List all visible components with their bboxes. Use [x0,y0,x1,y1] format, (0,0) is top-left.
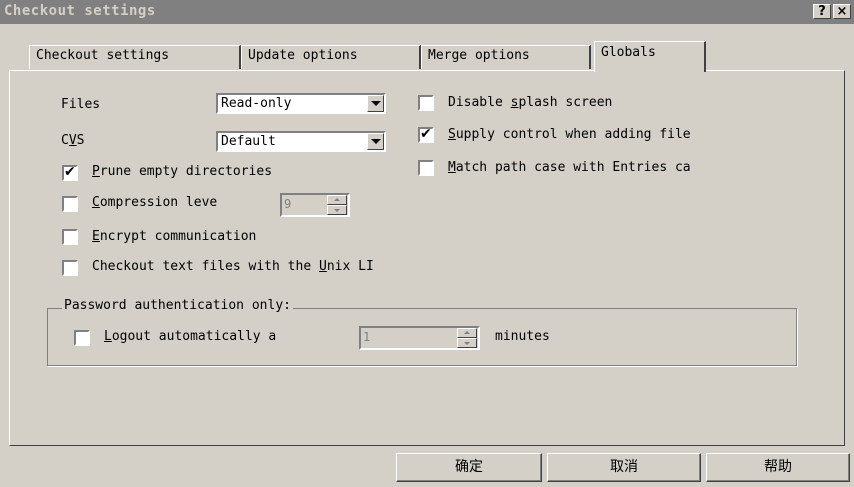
logout-minutes-value: 1 [363,330,371,344]
tab-checkout-settings[interactable]: Checkout settings [29,45,241,69]
tab-label: Checkout settings [36,48,170,63]
logout-minutes-spinner[interactable]: 1 [359,326,480,350]
compression-level-value: 9 [284,197,292,211]
files-combo[interactable]: Read-only [216,93,386,114]
minutes-label: minutes [495,329,550,344]
close-title-button[interactable]: × [833,4,851,19]
tab-label: Update options [248,48,358,63]
password-group-title: Password authentication only: [62,298,293,313]
tab-merge-options[interactable]: Merge options [421,45,591,69]
prune-checkbox[interactable]: ✔ [62,164,78,181]
match-case-label: Match path case with Entries ca [448,160,691,175]
supply-control-checkbox[interactable]: ✔ [418,126,434,143]
spin-up-icon[interactable] [457,328,477,338]
help-icon: ? [818,4,826,19]
title-bar: Checkout settings ? × [0,0,854,24]
chevron-down-icon[interactable] [367,95,384,112]
disable-splash-label: Disable splash screen [448,95,613,110]
cvs-combo[interactable]: Default [216,131,386,152]
disable-splash-checkbox[interactable] [418,95,434,111]
prune-label: Prune empty directories [92,164,273,179]
chevron-down-icon[interactable] [367,133,384,150]
supply-control-label: Supply control when adding file [448,127,691,142]
cvs-label: CVS [61,133,85,148]
check-icon: ✔ [420,126,432,142]
ok-button[interactable]: 确定 [396,453,542,482]
encrypt-label: Encrypt communication [92,229,257,244]
tab-globals[interactable]: Globals [594,41,706,72]
compression-label: Compression leve [92,195,218,210]
files-combo-value: Read-only [221,96,292,111]
encrypt-checkbox[interactable] [62,229,78,245]
compression-level-spinner[interactable]: 9 [280,193,350,217]
cvs-combo-value: Default [221,134,276,149]
compression-checkbox[interactable] [62,196,78,212]
unix-lf-checkbox[interactable] [62,260,78,276]
spin-down-icon[interactable] [457,338,477,348]
window-title: Checkout settings [4,3,156,19]
close-icon: × [836,4,848,19]
check-icon: ✔ [64,164,76,180]
cancel-button[interactable]: 取消 [547,453,701,482]
files-label: Files [61,97,101,112]
logout-label: Logout automatically a [104,329,277,344]
help-title-button[interactable]: ? [813,4,831,19]
tab-update-options[interactable]: Update options [241,45,421,69]
spin-down-icon[interactable] [327,205,347,215]
spin-up-icon[interactable] [327,195,347,205]
match-case-checkbox[interactable] [418,160,434,176]
unix-lf-label: Checkout text files with the Unix LI [92,259,374,274]
logout-checkbox[interactable] [74,330,90,346]
tab-label: Merge options [428,48,530,63]
tab-label: Globals [601,45,656,60]
help-button[interactable]: 帮助 [706,453,850,482]
